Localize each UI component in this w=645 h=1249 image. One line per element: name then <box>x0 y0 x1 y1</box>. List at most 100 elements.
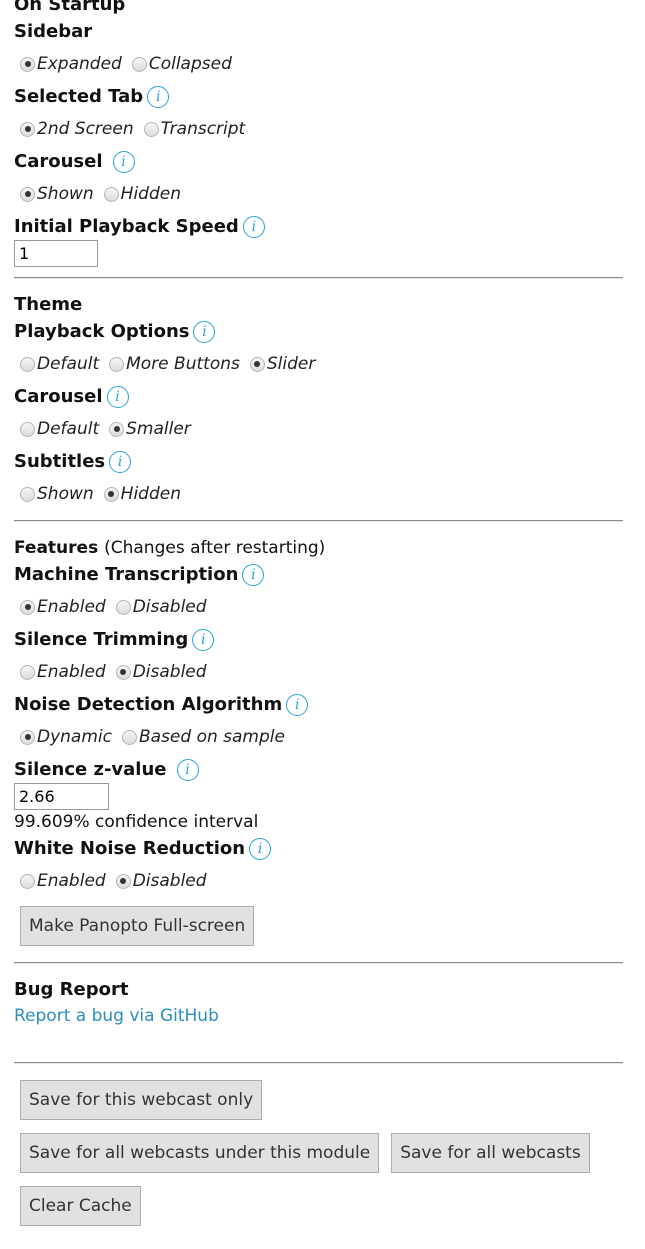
features-heading: Features <box>14 538 99 558</box>
playback-more-buttons-option[interactable]: More Buttons <box>109 354 240 374</box>
white-noise-label-row: White Noise Reduction i <box>14 836 623 861</box>
playback-default-radio[interactable] <box>20 356 35 372</box>
features-note: (Changes after restarting) <box>104 538 326 558</box>
transcription-enabled-option[interactable]: Enabled <box>20 597 106 617</box>
playback-slider-option[interactable]: Slider <box>249 354 315 374</box>
noise-dynamic-radio[interactable] <box>20 729 35 745</box>
white-noise-enabled-option[interactable]: Enabled <box>20 871 106 891</box>
machine-transcription-label: Machine Transcription <box>14 563 239 585</box>
settings-page: On Startup Sidebar Expanded Collapsed Se… <box>14 0 623 1226</box>
white-noise-radio-group: Enabled Disabled <box>14 861 623 901</box>
sidebar-label: Sidebar <box>14 20 93 42</box>
noise-detection-label: Noise Detection Algorithm <box>14 693 283 715</box>
theme-carousel-default-option[interactable]: Default <box>20 419 99 439</box>
noise-sample-radio[interactable] <box>121 729 137 745</box>
clear-cache-button[interactable]: Clear Cache <box>20 1186 141 1226</box>
tab-2nd-screen-radio[interactable] <box>20 121 35 137</box>
carousel-hidden-radio[interactable] <box>103 186 119 202</box>
subtitles-radio-group: Shown Hidden <box>14 474 623 514</box>
silence-trimming-radio-group: Enabled Disabled <box>14 652 623 692</box>
sidebar-label-row: Sidebar <box>14 19 623 44</box>
carousel-label-row: Carousel i <box>14 149 623 174</box>
sidebar-expanded-option[interactable]: Expanded <box>20 54 122 74</box>
startup-heading: On Startup <box>14 0 126 15</box>
subtitles-shown-option[interactable]: Shown <box>20 484 94 504</box>
save-module-button[interactable]: Save for all webcasts under this module <box>20 1133 380 1173</box>
noise-dynamic-option[interactable]: Dynamic <box>20 727 112 747</box>
playback-options-label: Playback Options <box>14 320 190 342</box>
info-icon[interactable]: i <box>106 385 129 408</box>
selected-tab-label: Selected Tab <box>14 85 144 107</box>
subtitles-hidden-option[interactable]: Hidden <box>103 484 181 504</box>
subtitles-label: Subtitles <box>14 450 106 472</box>
features-heading-row: Features (Changes after restarting) <box>14 536 623 562</box>
info-icon[interactable]: i <box>147 85 170 108</box>
report-bug-link[interactable]: Report a bug via GitHub <box>14 1006 219 1026</box>
white-noise-disabled-radio[interactable] <box>115 873 131 889</box>
carousel-label: Carousel <box>14 150 103 172</box>
subtitles-shown-radio[interactable] <box>20 486 35 502</box>
info-icon[interactable]: i <box>109 450 132 473</box>
info-icon[interactable]: i <box>176 758 199 781</box>
noise-detection-label-row: Noise Detection Algorithm i <box>14 692 623 717</box>
silence-trimming-label: Silence Trimming <box>14 628 189 650</box>
info-icon[interactable]: i <box>242 563 265 586</box>
transcription-disabled-option[interactable]: Disabled <box>115 597 207 617</box>
playback-more-buttons-radio[interactable] <box>109 356 125 372</box>
noise-detection-radio-group: Dynamic Based on sample <box>14 717 623 757</box>
noise-sample-option[interactable]: Based on sample <box>121 727 285 747</box>
selected-tab-label-row: Selected Tab i <box>14 84 623 109</box>
white-noise-disabled-option[interactable]: Disabled <box>115 871 207 891</box>
info-icon[interactable]: i <box>192 628 215 651</box>
transcription-disabled-radio[interactable] <box>115 599 131 615</box>
playback-default-option[interactable]: Default <box>20 354 99 374</box>
info-icon[interactable]: i <box>286 693 309 716</box>
silence-trimming-label-row: Silence Trimming i <box>14 627 623 652</box>
silence-z-label-row: Silence z-value i <box>14 757 623 782</box>
save-all-button[interactable]: Save for all webcasts <box>391 1133 590 1173</box>
tab-transcript-radio[interactable] <box>143 121 159 137</box>
selected-tab-radio-group: 2nd Screen Transcript <box>14 109 623 149</box>
playback-options-label-row: Playback Options i <box>14 319 623 344</box>
sidebar-expanded-radio[interactable] <box>20 56 35 72</box>
info-icon[interactable]: i <box>249 837 272 860</box>
info-icon[interactable]: i <box>242 215 265 238</box>
silence-z-input[interactable] <box>14 783 109 810</box>
info-icon[interactable]: i <box>112 150 135 173</box>
playback-speed-input[interactable] <box>14 240 98 267</box>
playback-options-radio-group: Default More Buttons Slider <box>14 344 623 384</box>
save-webcast-button[interactable]: Save for this webcast only <box>20 1080 263 1120</box>
machine-transcription-radio-group: Enabled Disabled <box>14 587 623 627</box>
subtitles-hidden-radio[interactable] <box>103 486 119 502</box>
theme-carousel-smaller-option[interactable]: Smaller <box>109 419 191 439</box>
theme-carousel-smaller-radio[interactable] <box>109 421 125 437</box>
tab-2nd-screen-option[interactable]: 2nd Screen <box>20 119 134 139</box>
theme-carousel-default-radio[interactable] <box>20 421 35 437</box>
trimming-disabled-radio[interactable] <box>115 664 131 680</box>
white-noise-label: White Noise Reduction <box>14 837 246 859</box>
tab-transcript-option[interactable]: Transcript <box>143 119 245 139</box>
theme-carousel-label: Carousel <box>14 385 103 407</box>
bug-report-heading: Bug Report <box>14 979 129 1000</box>
theme-carousel-radio-group: Default Smaller <box>14 409 623 449</box>
sidebar-collapsed-radio[interactable] <box>131 56 147 72</box>
subtitles-label-row: Subtitles i <box>14 449 623 474</box>
playback-speed-label-row: Initial Playback Speed i <box>14 214 623 239</box>
fullscreen-button[interactable]: Make Panopto Full-screen <box>20 906 255 946</box>
transcription-enabled-radio[interactable] <box>20 599 35 615</box>
silence-z-label: Silence z-value <box>14 758 167 780</box>
info-icon[interactable]: i <box>193 320 216 343</box>
confidence-interval-text: 99.609% confidence interval <box>14 812 259 832</box>
carousel-hidden-option[interactable]: Hidden <box>103 184 181 204</box>
trimming-enabled-radio[interactable] <box>20 664 35 680</box>
playback-slider-radio[interactable] <box>249 356 265 372</box>
trimming-enabled-option[interactable]: Enabled <box>20 662 106 682</box>
white-noise-enabled-radio[interactable] <box>20 873 35 889</box>
actions-group: Save for this webcast only Save for all … <box>14 1080 623 1226</box>
sidebar-radio-group: Expanded Collapsed <box>14 44 623 84</box>
trimming-disabled-option[interactable]: Disabled <box>115 662 207 682</box>
carousel-shown-radio[interactable] <box>20 186 35 202</box>
carousel-shown-option[interactable]: Shown <box>20 184 94 204</box>
theme-carousel-label-row: Carousel i <box>14 384 623 409</box>
sidebar-collapsed-option[interactable]: Collapsed <box>131 54 232 74</box>
